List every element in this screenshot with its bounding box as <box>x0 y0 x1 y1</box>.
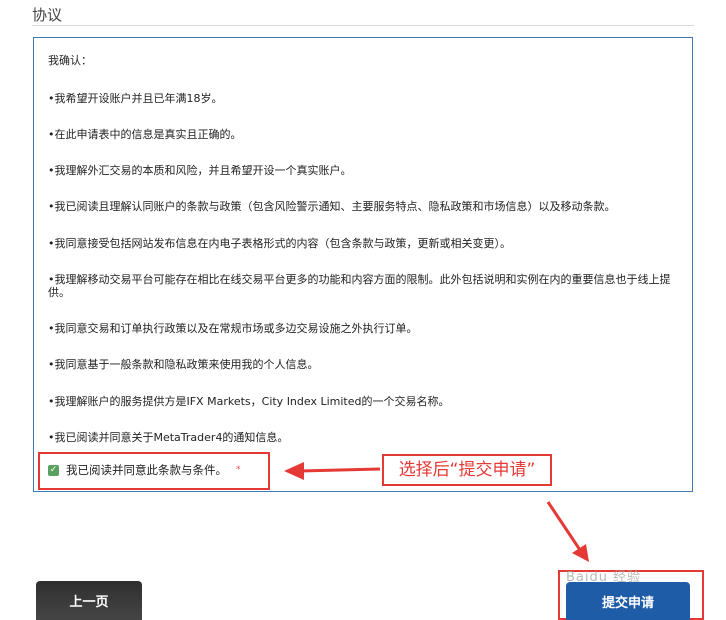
arrow-down-icon <box>546 501 589 562</box>
agreement-item: •我同意接受包括网站发布信息在内电子表格形式的内容（包含条款与政策，更新或相关变… <box>48 237 511 250</box>
title-divider <box>32 25 694 26</box>
watermark: Baidu 经验 <box>566 570 642 585</box>
checkbox-highlight-frame <box>38 452 270 490</box>
previous-page-button[interactable]: 上一页 <box>36 581 142 620</box>
agreement-item: •我理解账户的服务提供方是IFX Markets，City Index Limi… <box>48 395 450 408</box>
agreement-item: •我已阅读且理解认同账户的条款与政策（包含风险警示通知、主要服务特点、隐私政策和… <box>48 200 616 213</box>
agreement-item: •在此申请表中的信息是真实且正确的。 <box>48 128 242 141</box>
agreement-item: •我理解移动交易平台可能存在相比在线交易平台更多的功能和内容方面的限制。此外包括… <box>48 273 671 299</box>
agreement-item: •我同意交易和订单执行政策以及在常规市场或多边交易设施之外执行订单。 <box>48 322 418 335</box>
agreement-intro: 我确认： <box>48 54 92 67</box>
submit-application-button[interactable]: 提交申请 <box>566 582 690 620</box>
agreement-item: •我理解外汇交易的本质和风险，并且希望开设一个真实账户。 <box>48 164 352 177</box>
instruction-callout: 选择后“提交申请” <box>382 454 552 486</box>
agreement-item: •我同意基于一般条款和隐私政策来使用我的个人信息。 <box>48 358 319 371</box>
section-title: 协议 <box>32 6 63 24</box>
agreement-item: •我希望开设账户并且已年满18岁。 <box>48 92 223 105</box>
agreement-item: •我已阅读并同意关于MetaTrader4的通知信息。 <box>48 431 289 444</box>
agreement-box[interactable]: 我确认： •我希望开设账户并且已年满18岁。 •在此申请表中的信息是真实且正确的… <box>33 37 693 492</box>
